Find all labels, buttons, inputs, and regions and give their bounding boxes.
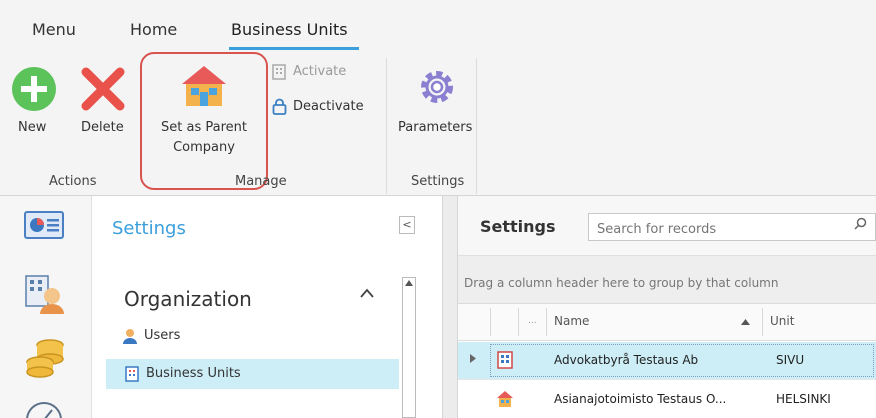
search-input[interactable] xyxy=(588,213,876,241)
tab-home[interactable]: Home xyxy=(130,20,177,39)
delete-x-icon xyxy=(81,67,125,111)
dashboard-icon[interactable] xyxy=(24,210,64,242)
chevron-up-icon xyxy=(360,288,374,298)
ribbon: Menu Home Business Units New Delete Set … xyxy=(0,0,876,196)
cell-unit: HELSINKI xyxy=(776,392,831,406)
column-divider xyxy=(762,308,763,336)
grid-title: Settings xyxy=(480,217,556,236)
panel-splitter[interactable] xyxy=(442,196,458,418)
building-icon xyxy=(497,351,513,369)
group-label-actions: Actions xyxy=(49,174,97,189)
group-label-manage: Manage xyxy=(235,174,287,189)
nav-panel-title: Settings xyxy=(112,218,186,239)
coins-icon[interactable] xyxy=(24,336,66,378)
module-rail xyxy=(0,196,92,418)
group-separator xyxy=(386,58,387,194)
tab-business-units[interactable]: Business Units xyxy=(231,20,348,39)
column-header-name[interactable]: Name xyxy=(554,314,589,328)
gear-icon xyxy=(421,71,453,103)
delete-button-label: Delete xyxy=(81,120,124,135)
user-icon xyxy=(123,329,137,344)
grid-toolbar: Settings xyxy=(458,196,876,256)
building-icon xyxy=(272,64,286,80)
highlight-box xyxy=(140,52,268,190)
nav-item-business-units[interactable]: Business Units xyxy=(106,359,399,389)
group-separator xyxy=(476,58,477,194)
lock-icon xyxy=(272,98,287,115)
cell-unit: SIVU xyxy=(776,353,805,367)
settings-nav-panel: Settings < Organization Users Business U… xyxy=(92,196,442,418)
column-divider xyxy=(518,308,519,336)
clock-icon[interactable] xyxy=(24,398,64,418)
column-divider xyxy=(490,308,491,336)
nav-item-users-label: Users xyxy=(144,328,181,343)
scroll-up-arrow-icon[interactable] xyxy=(405,280,413,286)
contacts-icon[interactable] xyxy=(24,274,64,314)
column-chooser-button[interactable]: ... xyxy=(528,316,537,326)
plus-icon xyxy=(12,67,56,111)
group-label-settings: Settings xyxy=(411,174,465,189)
column-header-unit[interactable]: Unit xyxy=(770,314,794,328)
column-divider xyxy=(546,308,547,336)
house-icon xyxy=(497,391,513,407)
table-row[interactable]: Advokatbyrå Testaus Ab SIVU xyxy=(458,342,876,380)
table-row[interactable]: Asianajotoimisto Testaus O... HELSINKI xyxy=(458,381,876,418)
parameters-button-label: Parameters xyxy=(398,120,473,135)
cell-name: Advokatbyrå Testaus Ab xyxy=(554,353,699,367)
row-indicator-icon xyxy=(470,354,476,363)
active-tab-indicator xyxy=(229,47,359,50)
new-button-label: New xyxy=(18,120,47,135)
nav-item-business-units-label: Business Units xyxy=(146,366,241,381)
building-icon xyxy=(125,366,139,382)
section-title-organization: Organization xyxy=(124,287,252,311)
records-grid: Settings Drag a column header here to gr… xyxy=(458,196,876,418)
deactivate-button-label: Deactivate xyxy=(293,99,364,114)
tab-menu[interactable]: Menu xyxy=(32,20,76,39)
collapse-panel-button[interactable]: < xyxy=(399,216,415,234)
group-by-hint: Drag a column header here to group by th… xyxy=(464,276,779,290)
nav-scrollbar[interactable] xyxy=(402,277,416,418)
cell-name: Asianajotoimisto Testaus O... xyxy=(554,392,727,406)
group-by-panel[interactable]: Drag a column header here to group by th… xyxy=(458,256,876,304)
search-icon[interactable] xyxy=(854,217,867,230)
sort-ascending-icon xyxy=(741,319,750,325)
activate-button-label: Activate xyxy=(293,64,347,79)
column-header-row: ... Name Unit xyxy=(458,304,876,341)
